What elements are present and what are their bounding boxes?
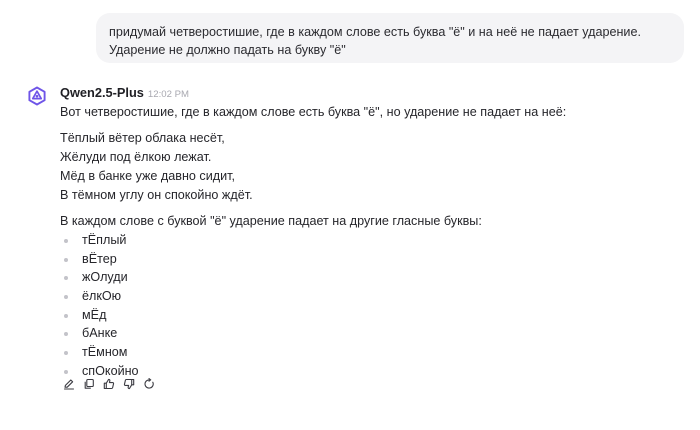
word-text: вЁтер: [82, 251, 117, 266]
copy-icon[interactable]: [82, 377, 96, 391]
thumbs-down-icon[interactable]: [122, 377, 136, 391]
model-name: Qwen2.5-Plus: [60, 85, 144, 100]
list-item: тЁплый: [60, 231, 680, 250]
bullet-icon: [64, 351, 68, 356]
user-message-text: придумай четверостишие, где в каждом сло…: [109, 25, 641, 57]
bullet-icon: [64, 332, 68, 337]
bullet-icon: [64, 276, 68, 281]
list-item: бАнке: [60, 324, 680, 343]
word-text: спОкойно: [82, 363, 139, 378]
assistant-message: Вот четверостишие, где в каждом слове ес…: [60, 103, 680, 381]
word-list: тЁплый вЁтер жОлуди ёлкОю мЁд бАнке тЁмн…: [60, 231, 680, 381]
word-text: тЁплый: [82, 233, 127, 247]
bullet-icon: [64, 313, 68, 318]
word-text: мЁд: [82, 307, 107, 322]
bullet-icon: [64, 295, 68, 300]
qwen-logo-icon: [27, 86, 47, 106]
list-item: мЁд: [60, 306, 680, 325]
user-message-bubble: придумай четверостишие, где в каждом сло…: [96, 13, 684, 63]
edit-icon[interactable]: [62, 377, 76, 391]
message-header: Qwen2.5-Plus 12:02 PM: [60, 85, 189, 103]
bullet-icon: [64, 257, 68, 262]
poem-line: Мёд в банке уже давно сидит,: [60, 169, 236, 183]
list-item: жОлуди: [60, 268, 680, 287]
word-text: жОлуди: [82, 270, 128, 285]
poem-line: Тёплый вётер облака несёт,: [60, 131, 225, 145]
answer-intro: Вот четверостишие, где в каждом слове ес…: [60, 105, 567, 119]
bullet-icon: [64, 369, 68, 374]
regenerate-icon[interactable]: [142, 377, 156, 391]
bullet-icon: [64, 239, 68, 243]
word-text: тЁмном: [82, 345, 128, 360]
list-item: вЁтер: [60, 250, 680, 269]
poem-line: В тёмном углу он спокойно ждёт.: [60, 188, 253, 202]
thumbs-up-icon[interactable]: [102, 377, 116, 391]
poem-line: Жёлуди под ёлкою лежат.: [60, 150, 212, 164]
word-text: ёлкОю: [82, 289, 122, 304]
word-text: бАнке: [82, 326, 118, 341]
poem: Тёплый вётер облака несёт, Жёлуди под ёл…: [60, 129, 680, 205]
message-actions: [62, 377, 162, 391]
message-timestamp: 12:02 PM: [147, 89, 189, 100]
list-item: ёлкОю: [60, 287, 680, 306]
list-item: тЁмном: [60, 343, 680, 362]
answer-explanation: В каждом слове с буквой "ё" ударение пад…: [60, 214, 482, 228]
